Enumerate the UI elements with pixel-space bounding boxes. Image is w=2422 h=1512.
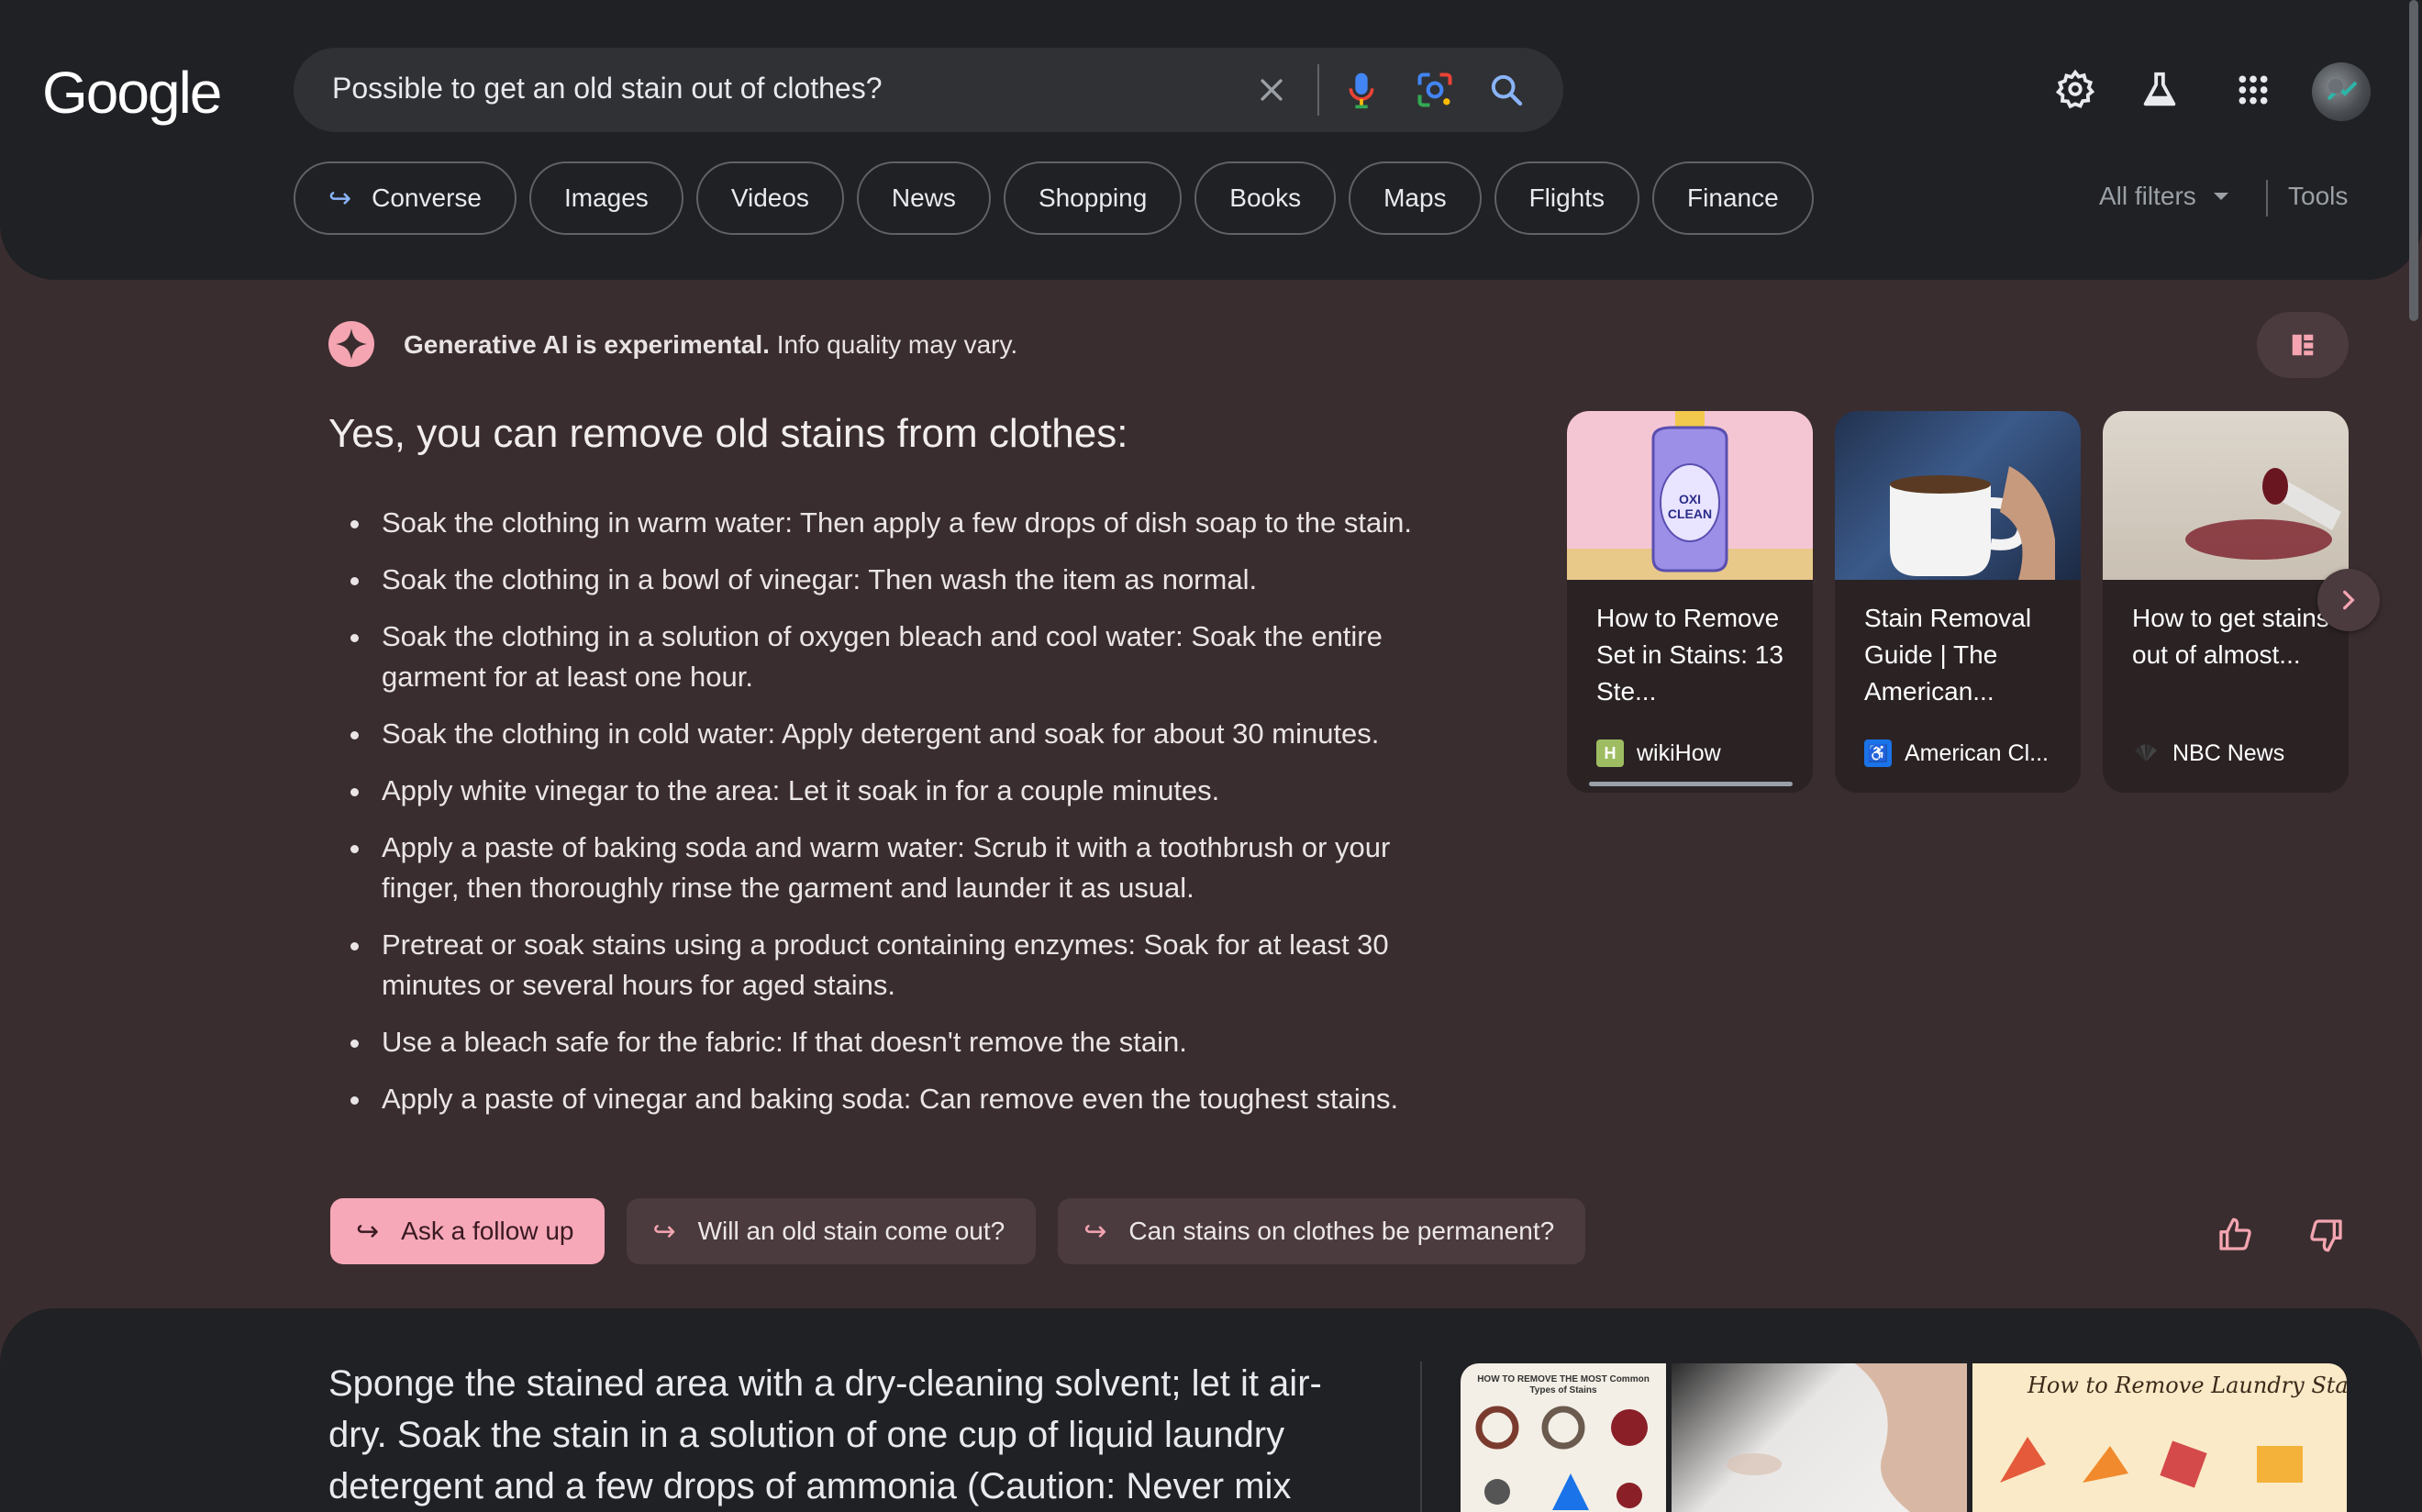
gemini-sparkle-icon bbox=[327, 319, 376, 369]
follow-up-arrow-icon: ↪ bbox=[356, 1216, 380, 1247]
snippet-image-caption: HOW TO REMOVE THE MOST Common Types of S… bbox=[1477, 1374, 1650, 1395]
tools-button[interactable]: Tools bbox=[2288, 182, 2348, 211]
oxiclean-label: OXI CLEAN bbox=[1667, 492, 1713, 521]
snippet-image-title: How to Remove Laundry Stains bbox=[2028, 1373, 2347, 1398]
card-source: H wikiHow bbox=[1596, 739, 1721, 767]
search-icon[interactable] bbox=[1483, 66, 1530, 114]
wikihow-favicon-icon: H bbox=[1596, 739, 1624, 767]
all-filters-button[interactable]: All filters bbox=[2099, 182, 2229, 211]
tab-converse[interactable]: ↪ Converse bbox=[294, 161, 517, 235]
ask-follow-up-button[interactable]: ↪ Ask a follow up bbox=[330, 1198, 606, 1264]
follow-up-arrow-icon: ↪ bbox=[1083, 1216, 1107, 1247]
chevron-right-icon bbox=[2343, 590, 2355, 610]
card-title: How to get stains out of almost... bbox=[2132, 604, 2329, 669]
ai-experimental-notice: Generative AI is experimental. Info qual… bbox=[404, 330, 1018, 359]
labs-flask-icon[interactable] bbox=[2134, 64, 2185, 116]
thumbs-down-icon[interactable] bbox=[2301, 1213, 2352, 1257]
search-divider bbox=[1317, 64, 1319, 116]
layout-panel-icon bbox=[2292, 334, 2314, 356]
card-image-coffee-spill bbox=[1835, 411, 2081, 580]
card-image-oxiclean: OXI CLEAN bbox=[1567, 411, 1813, 580]
tab-shopping[interactable]: Shopping bbox=[1003, 161, 1183, 235]
tab-books[interactable]: Books bbox=[1194, 161, 1337, 235]
microphone-icon[interactable] bbox=[1338, 66, 1385, 114]
list-item: Soak the clothing in cold water: Apply d… bbox=[328, 714, 1475, 754]
snippet-images: HOW TO REMOVE THE MOST Common Types of S… bbox=[1461, 1363, 2347, 1512]
snippet-image-laundry-stains[interactable]: How to Remove Laundry Stains bbox=[1972, 1363, 2347, 1512]
thumbs-up-icon[interactable] bbox=[2209, 1213, 2261, 1257]
followup-suggestion-chip[interactable]: ↪ Will an old stain come out? bbox=[627, 1198, 1037, 1264]
snippet-image-cloth[interactable] bbox=[1672, 1363, 1967, 1512]
layout-toggle-button[interactable] bbox=[2257, 312, 2349, 378]
source-card-american-cleaning[interactable]: Stain Removal Guide | The American... ♿ … bbox=[1835, 411, 2081, 793]
list-item: Soak the clothing in a solution of oxyge… bbox=[328, 617, 1475, 697]
source-cards: OXI CLEAN How to Remove Set in Stains: 1… bbox=[1567, 411, 2349, 793]
list-item: Apply white vinegar to the area: Let it … bbox=[328, 771, 1475, 811]
ai-overview-list: Soak the clothing in warm water: Then ap… bbox=[328, 503, 1475, 1136]
account-avatar[interactable] bbox=[2312, 62, 2371, 121]
card-title: How to Remove Set in Stains: 13 Ste... bbox=[1596, 604, 1783, 706]
tab-images[interactable]: Images bbox=[528, 161, 683, 235]
card-title: Stain Removal Guide | The American... bbox=[1864, 604, 2032, 706]
lens-icon[interactable] bbox=[1411, 66, 1459, 114]
american-cleaning-favicon-icon: ♿ bbox=[1864, 739, 1892, 767]
google-logo[interactable]: Google bbox=[42, 59, 222, 127]
caret-down-icon bbox=[2213, 193, 2228, 200]
card-source: NBC News bbox=[2132, 739, 2284, 767]
carousel-progress-indicator bbox=[1589, 782, 1793, 786]
search-input[interactable]: Possible to get an old stain out of clot… bbox=[332, 72, 883, 106]
list-item: Apply a paste of baking soda and warm wa… bbox=[328, 828, 1475, 908]
settings-gear-icon[interactable] bbox=[2050, 64, 2101, 116]
featured-snippet-text: Sponge the stained area with a dry-clean… bbox=[328, 1363, 1322, 1506]
follow-up-arrow-icon: ↪ bbox=[652, 1216, 676, 1247]
followup-suggestion-chip[interactable]: ↪ Can stains on clothes be permanent? bbox=[1058, 1198, 1586, 1264]
followup-chips: ↪ Ask a follow up ↪ Will an old stain come… bbox=[330, 1198, 1586, 1264]
card-source: ♿ American Cl... bbox=[1864, 739, 2049, 767]
clear-icon[interactable] bbox=[1248, 66, 1295, 114]
tools-divider bbox=[2266, 180, 2268, 217]
tab-news[interactable]: News bbox=[856, 161, 991, 235]
tab-videos[interactable]: Videos bbox=[695, 161, 844, 235]
card-image-wine-spill bbox=[2103, 411, 2349, 580]
snippet-image-stain-types[interactable]: HOW TO REMOVE THE MOST Common Types of S… bbox=[1461, 1363, 1666, 1512]
list-item: Use a bleach safe for the fabric: If tha… bbox=[328, 1022, 1475, 1062]
carousel-next-button[interactable] bbox=[2317, 569, 2380, 631]
tab-maps[interactable]: Maps bbox=[1349, 161, 1482, 235]
apps-grid-icon[interactable] bbox=[2228, 64, 2279, 116]
header-bar bbox=[0, 0, 2422, 280]
search-box[interactable]: Possible to get an old stain out of clot… bbox=[294, 48, 1563, 132]
list-item: Apply a paste of vinegar and baking soda… bbox=[328, 1079, 1475, 1119]
search-tabs: ↪ Converse Images Videos News Shopping Bo… bbox=[294, 161, 1814, 235]
tab-flights[interactable]: Flights bbox=[1494, 161, 1640, 235]
converse-arrow-icon: ↪ bbox=[328, 183, 352, 214]
tab-finance[interactable]: Finance bbox=[1652, 161, 1814, 235]
nbc-peacock-favicon-icon bbox=[2132, 739, 2160, 767]
page-scrollbar[interactable] bbox=[2409, 0, 2418, 321]
list-item: Pretreat or soak stains using a product … bbox=[328, 925, 1475, 1006]
snippet-divider bbox=[1420, 1362, 1422, 1512]
list-item: Soak the clothing in a bowl of vinegar: … bbox=[328, 560, 1475, 600]
list-item: Soak the clothing in warm water: Then ap… bbox=[328, 503, 1475, 543]
ai-overview-heading: Yes, you can remove old stains from clot… bbox=[328, 411, 1128, 456]
source-card-wikihow[interactable]: OXI CLEAN How to Remove Set in Stains: 1… bbox=[1567, 411, 1813, 793]
source-card-nbc-news[interactable]: How to get stains out of almost... NBC N… bbox=[2103, 411, 2349, 793]
